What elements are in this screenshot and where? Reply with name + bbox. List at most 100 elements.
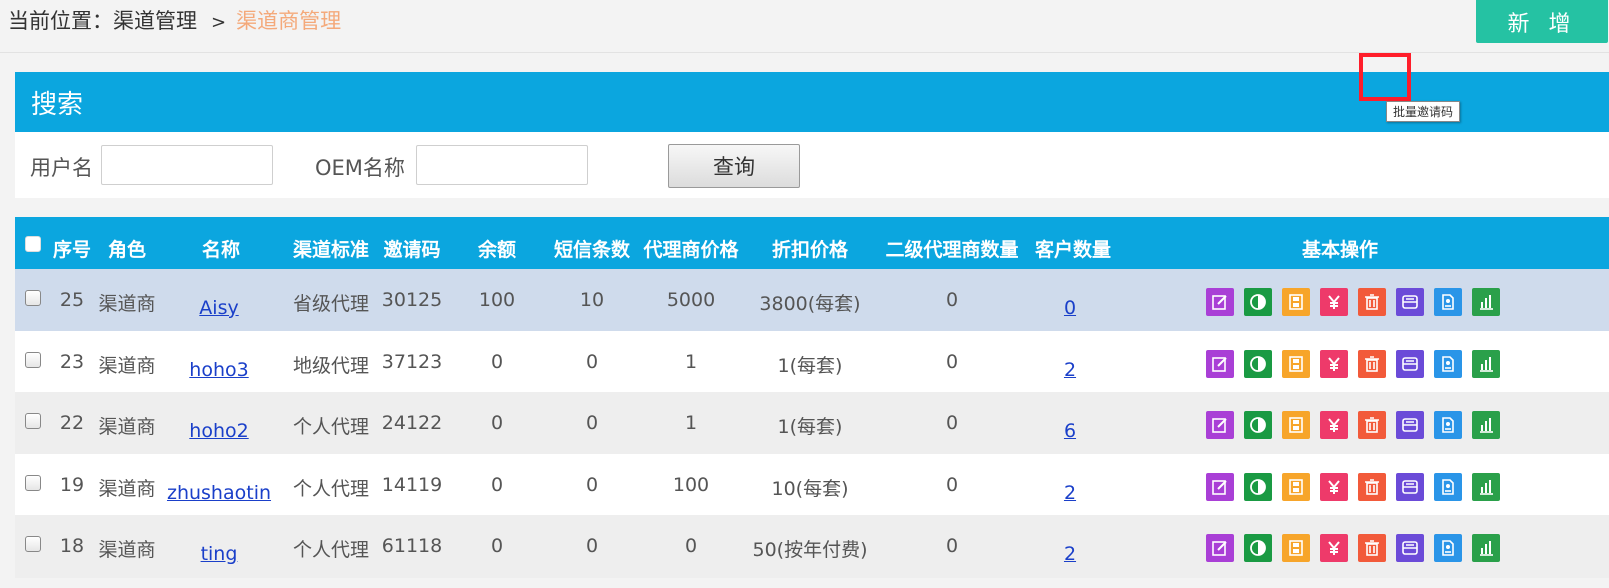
select-all-checkbox[interactable]	[25, 236, 41, 252]
film-icon[interactable]	[1282, 411, 1310, 439]
cell-seq: 25	[59, 289, 85, 311]
yen-icon[interactable]	[1320, 473, 1348, 501]
edit-icon[interactable]	[1206, 288, 1234, 316]
trash-icon[interactable]	[1358, 534, 1386, 562]
contrast-icon[interactable]	[1244, 288, 1272, 316]
film-icon[interactable]	[1282, 288, 1310, 316]
trash-icon[interactable]	[1358, 350, 1386, 378]
row-checkbox[interactable]	[25, 475, 41, 491]
cell-customers[interactable]: 2	[1064, 482, 1076, 504]
contrast-icon[interactable]	[1244, 473, 1272, 501]
cell-customers[interactable]: 6	[1064, 420, 1076, 442]
cell-sms: 0	[585, 351, 599, 373]
cell-customers[interactable]: 0	[1064, 297, 1076, 319]
contrast-icon[interactable]	[1244, 350, 1272, 378]
agent-name-link[interactable]: hoho3	[189, 359, 248, 381]
document-icon[interactable]	[1434, 534, 1462, 562]
agent-name-link[interactable]: zhushaotin	[167, 482, 271, 504]
agent-name-link[interactable]: hoho2	[189, 420, 248, 442]
username-input[interactable]	[101, 145, 273, 185]
bar-chart-icon[interactable]	[1472, 473, 1500, 501]
customer-count-link[interactable]: 0	[1064, 297, 1076, 319]
edit-icon[interactable]	[1206, 411, 1234, 439]
document-icon[interactable]	[1434, 473, 1462, 501]
bar-chart-icon[interactable]	[1472, 534, 1500, 562]
yen-icon[interactable]	[1320, 411, 1348, 439]
cell-name[interactable]: hoho3	[189, 359, 248, 381]
document-icon[interactable]	[1434, 411, 1462, 439]
cell-role: 渠道商	[98, 293, 156, 315]
tooltip: 批量邀请码	[1386, 101, 1461, 122]
cell-sms: 10	[579, 289, 605, 311]
cell-standard: 个人代理	[292, 478, 370, 500]
customer-count-link[interactable]: 2	[1064, 359, 1076, 381]
row-checkbox[interactable]	[25, 413, 41, 429]
agent-name-link[interactable]: Aisy	[199, 297, 238, 319]
cell-role: 渠道商	[98, 355, 156, 377]
table-row: 19 渠道商 zhushaotin 个人代理 14119 0 0 100 10(每套) 0 2	[15, 454, 1609, 517]
yen-icon[interactable]	[1320, 534, 1348, 562]
yen-icon[interactable]	[1320, 288, 1348, 316]
trash-icon[interactable]	[1358, 473, 1386, 501]
invite-code-icon[interactable]	[1396, 534, 1424, 562]
invite-code-icon[interactable]	[1396, 288, 1424, 316]
search-panel: 搜索 用户名 OEM名称 查询	[15, 72, 1609, 198]
bar-chart-icon[interactable]	[1472, 411, 1500, 439]
document-icon[interactable]	[1434, 350, 1462, 378]
query-button[interactable]: 查询	[668, 144, 800, 188]
row-checkbox[interactable]	[25, 352, 41, 368]
cell-seq: 22	[59, 412, 85, 434]
row-checkbox[interactable]	[25, 290, 41, 306]
cell-standard: 地级代理	[292, 355, 370, 377]
cell-agent-price: 1	[684, 412, 698, 434]
yen-icon[interactable]	[1320, 350, 1348, 378]
cell-customers[interactable]: 2	[1064, 543, 1076, 565]
edit-icon[interactable]	[1206, 473, 1234, 501]
invite-code-icon[interactable]	[1396, 411, 1424, 439]
cell-name[interactable]: Aisy	[199, 297, 238, 319]
breadcrumb: 当前位置：渠道管理 > 渠道商管理	[8, 5, 341, 35]
bar-chart-icon[interactable]	[1472, 350, 1500, 378]
cell-discount: 1(每套)	[777, 416, 843, 438]
cell-name[interactable]: ting	[201, 543, 238, 565]
row-checkbox[interactable]	[25, 536, 41, 552]
edit-icon[interactable]	[1206, 534, 1234, 562]
cell-invite: 30125	[381, 289, 443, 311]
cell-standard: 省级代理	[292, 293, 370, 315]
cell-role: 渠道商	[98, 478, 156, 500]
bar-chart-icon[interactable]	[1472, 288, 1500, 316]
customer-count-link[interactable]: 2	[1064, 482, 1076, 504]
trash-icon[interactable]	[1358, 411, 1386, 439]
cell-name[interactable]: zhushaotin	[167, 482, 271, 504]
cell-balance: 100	[478, 289, 516, 311]
cell-sms: 0	[585, 474, 599, 496]
film-icon[interactable]	[1282, 534, 1310, 562]
agent-name-link[interactable]: ting	[201, 543, 238, 565]
contrast-icon[interactable]	[1244, 411, 1272, 439]
cell-customers[interactable]: 2	[1064, 359, 1076, 381]
cell-name[interactable]: hoho2	[189, 420, 248, 442]
table-row: 18 渠道商 ting 个人代理 61118 0 0 0 50(按年付费) 0 2	[15, 515, 1609, 578]
customer-count-link[interactable]: 2	[1064, 543, 1076, 565]
document-icon[interactable]	[1434, 288, 1462, 316]
edit-icon[interactable]	[1206, 350, 1234, 378]
film-icon[interactable]	[1282, 350, 1310, 378]
trash-icon[interactable]	[1358, 288, 1386, 316]
invite-code-icon[interactable]	[1396, 473, 1424, 501]
add-button[interactable]: 新 增	[1476, 0, 1608, 43]
header-customers: 客户数量	[1034, 239, 1112, 261]
contrast-icon[interactable]	[1244, 534, 1272, 562]
invite-code-icon[interactable]	[1396, 350, 1424, 378]
film-icon[interactable]	[1282, 473, 1310, 501]
table-header: 序号 角色 名称 渠道标准 邀请码 余额 短信条数 代理商价格 折扣价格 二级代…	[15, 217, 1609, 277]
cell-balance: 0	[490, 535, 504, 557]
oem-name-input[interactable]	[416, 145, 588, 185]
cell-sub-agents: 0	[945, 351, 959, 373]
cell-invite: 24122	[381, 412, 443, 434]
header-invite-code: 邀请码	[383, 239, 441, 261]
table-row: 23 渠道商 hoho3 地级代理 37123 0 0 1 1(每套) 0 2	[15, 331, 1609, 394]
breadcrumb-separator: >	[211, 12, 227, 33]
cell-seq: 19	[59, 474, 85, 496]
channel-table: 序号 角色 名称 渠道标准 邀请码 余额 短信条数 代理商价格 折扣价格 二级代…	[15, 217, 1609, 588]
customer-count-link[interactable]: 6	[1064, 420, 1076, 442]
